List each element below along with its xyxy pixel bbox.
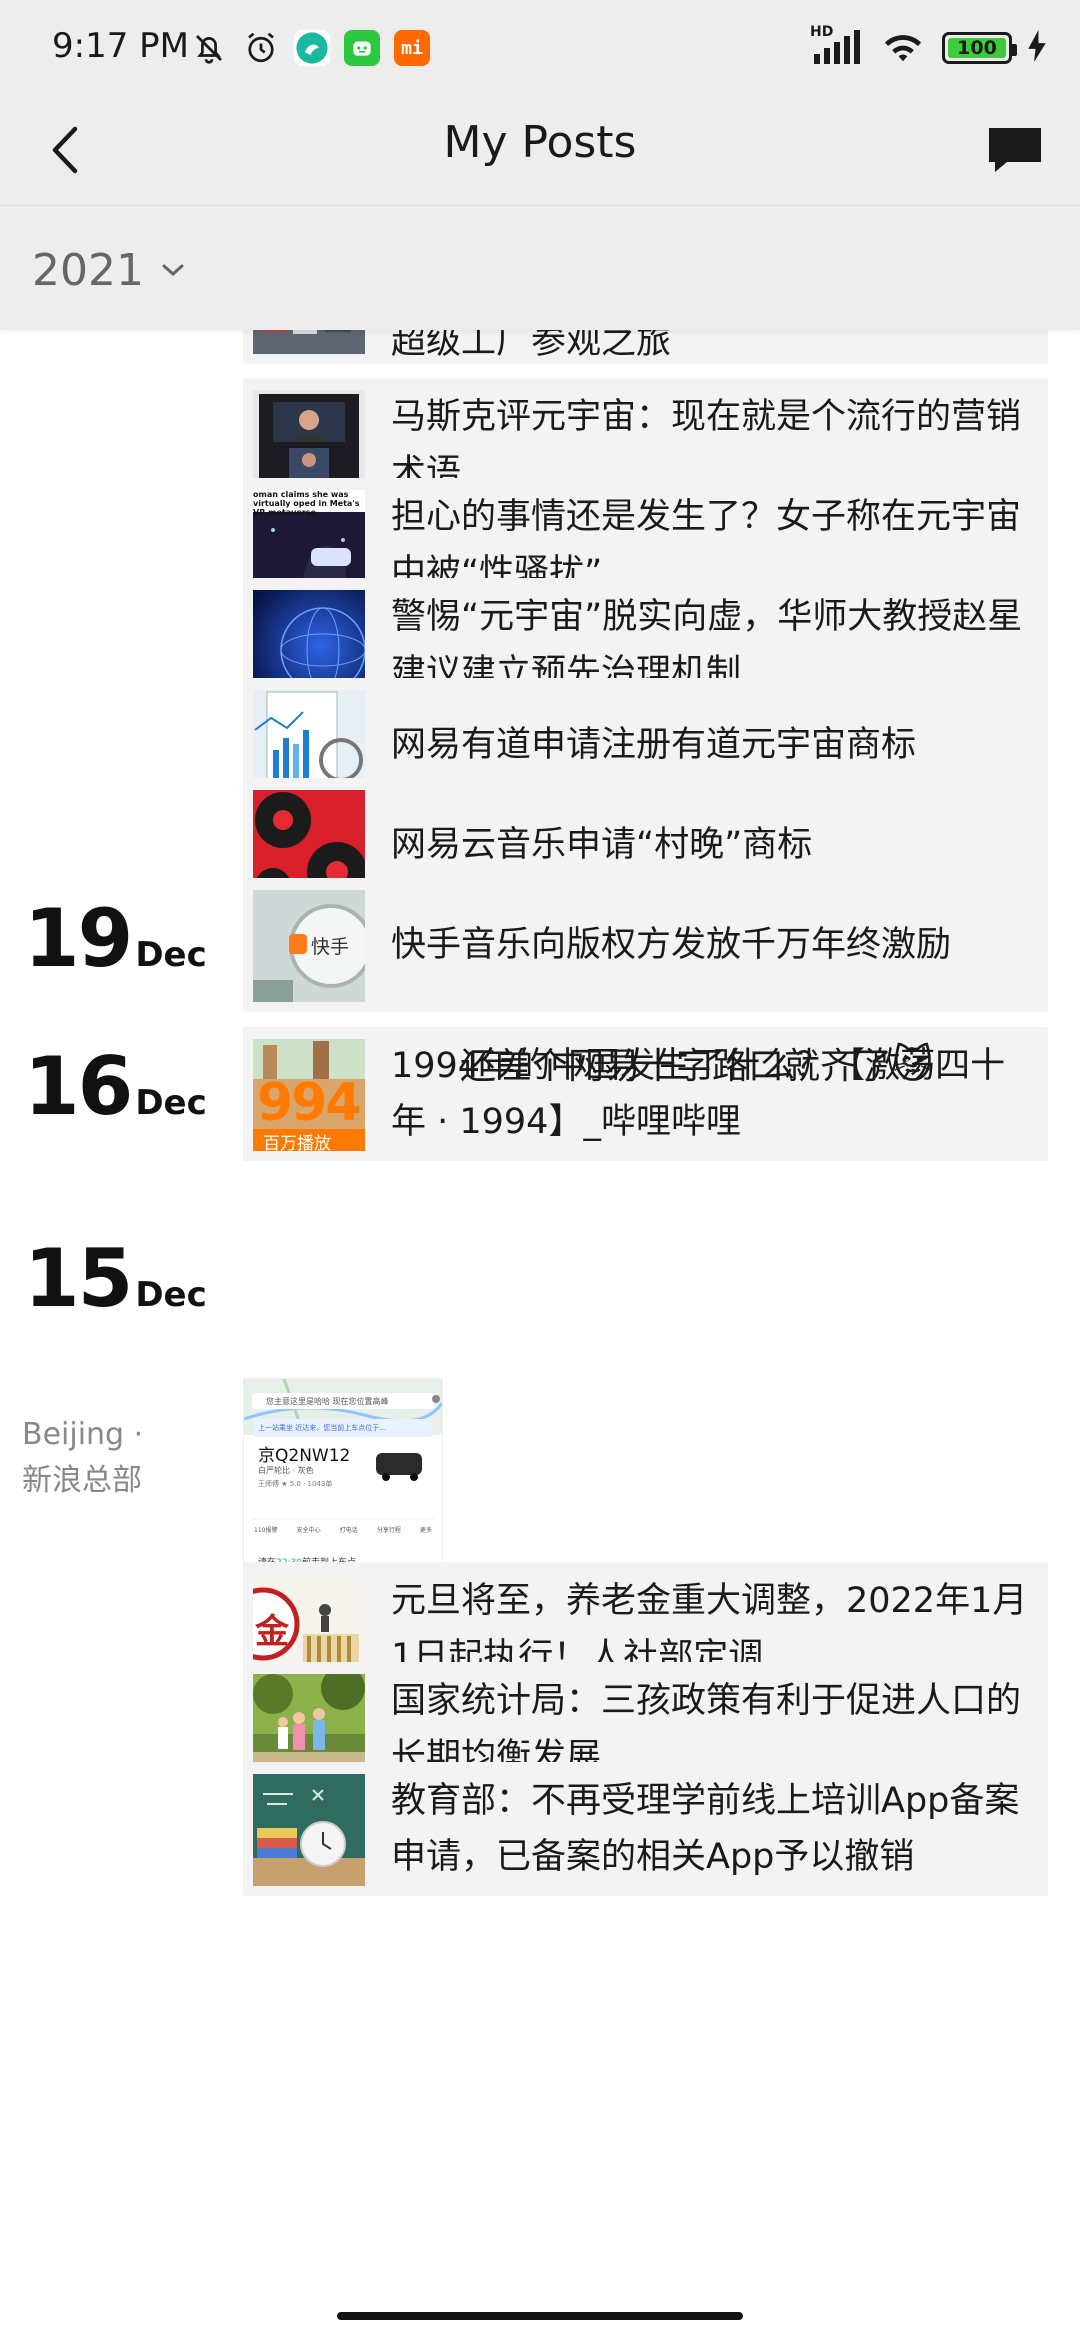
post-card[interactable]: 快手 快手音乐向版权方发放千万年终激励: [243, 878, 1048, 1012]
post-title: 快手音乐向版权方发放千万年终激励: [391, 925, 952, 965]
mi-label: mi: [401, 37, 423, 59]
ride-actions: 110报警 安全中心 打电话 分享行程 更多: [254, 1525, 432, 1534]
date-day: 19: [24, 892, 133, 985]
battery-level: 100: [957, 37, 997, 59]
ride-action: 110报警: [254, 1527, 278, 1534]
kuaishou-logo-thumbnail: 快手: [253, 890, 365, 1002]
ride-banner: 您主意这里是哈哈 现在您位置高峰: [266, 1397, 389, 1406]
ride-action: 安全中心: [296, 1527, 321, 1534]
thumb-caption: oman claims she was virtually oped in Me…: [253, 490, 360, 517]
date-header: 15 Dec: [24, 1232, 207, 1325]
date-month: Dec: [135, 1275, 207, 1315]
thumb-caption: 994: [257, 1073, 362, 1133]
location-text[interactable]: Beijing · 新浪总部: [22, 1412, 143, 1504]
post-title: 网易有道申请注册有道元宇宙商标: [391, 725, 917, 765]
notification-icons: mi: [190, 24, 430, 72]
cat-emoji-icon: 🐱: [892, 1042, 934, 1088]
mute-bell-icon: [190, 29, 228, 67]
ride-action: 更多: [419, 1527, 432, 1534]
date-day: 15: [24, 1232, 133, 1325]
car-desc: 白严轮比 · 灰色: [258, 1466, 314, 1475]
date-header: 16 Dec: [24, 1040, 207, 1133]
thumb-badge: 百万播放: [263, 1134, 331, 1151]
date-day: 16: [24, 1040, 133, 1133]
ride-screenshot-image[interactable]: 您主意这里是哈哈 现在您位置高峰 上一站乘坐 近达来，您当前上车点位于… 京Q2…: [243, 1378, 443, 1578]
year-filter-bar: 2021: [0, 206, 1080, 330]
date-month: Dec: [135, 1083, 207, 1123]
ride-notice: 上一站乘坐 近达来，您当前上车点位于…: [258, 1424, 387, 1432]
date-month: Dec: [135, 935, 207, 975]
thumb-caption: 金: [255, 1612, 289, 1652]
ride-action: 打电话: [339, 1527, 358, 1534]
battery-icon: 100: [942, 32, 1017, 64]
driver-info: 王师傅 ★ 5.0 · 1043单: [258, 1480, 333, 1488]
location-city: Beijing ·: [22, 1417, 144, 1452]
posts-feed[interactable]: 超级工厂参观之旅 马斯克评元宇宙：现在就是个流行的营销术语 oman claim…: [0, 330, 1080, 2300]
charging-bolt-icon: [1028, 30, 1046, 66]
chevron-down-icon: [162, 264, 184, 276]
system-icons: HD 100: [810, 24, 1046, 72]
blackboard-clock-thumbnail: [253, 1774, 365, 1886]
year-dropdown[interactable]: 2021: [32, 240, 186, 300]
app-icon-green: [344, 30, 380, 66]
ride-action: 分享行程: [376, 1527, 401, 1534]
message-icon: [989, 128, 1041, 172]
status-time: 9:17 PM: [52, 26, 189, 66]
messages-button[interactable]: [980, 115, 1050, 185]
wifi-icon: [880, 27, 926, 69]
factory-thumbnail: [253, 330, 365, 354]
page-title: My Posts: [443, 117, 637, 168]
moment-text: 还差个网易十字路口就齐了🐱: [460, 1040, 1020, 1092]
post-card-partial[interactable]: 超级工厂参观之旅: [243, 330, 1048, 364]
location-place: 新浪总部: [22, 1463, 142, 1498]
home-indicator[interactable]: [337, 2312, 743, 2320]
alarm-icon: [242, 29, 280, 67]
signal-icon: HD: [810, 24, 864, 68]
app-header: My Posts: [0, 95, 1080, 206]
car-plate: 京Q2NW12: [258, 1446, 351, 1466]
year-value: 2021: [32, 244, 144, 296]
date-header: 19 Dec: [24, 892, 207, 985]
thumb-caption: 快手: [311, 936, 350, 958]
1994-poster-thumbnail: 994 百万播放: [253, 1039, 365, 1151]
status-bar: 9:17 PM mi HD 100: [0, 0, 1080, 95]
moment-caption: 还差个网易十字路口就齐了: [460, 1046, 893, 1087]
post-title: 网易云音乐申请“村晚”商标: [391, 825, 813, 865]
app-icon-teal: [294, 30, 330, 66]
post-title: 教育部：不再受理学前线上培训App备案申请，已备案的相关App予以撤销: [391, 1781, 1020, 1877]
post-card[interactable]: 教育部：不再受理学前线上培训App备案申请，已备案的相关App予以撤销: [243, 1762, 1048, 1896]
post-title: 超级工厂参观之旅: [391, 330, 672, 362]
app-icon-mi: mi: [394, 30, 430, 66]
